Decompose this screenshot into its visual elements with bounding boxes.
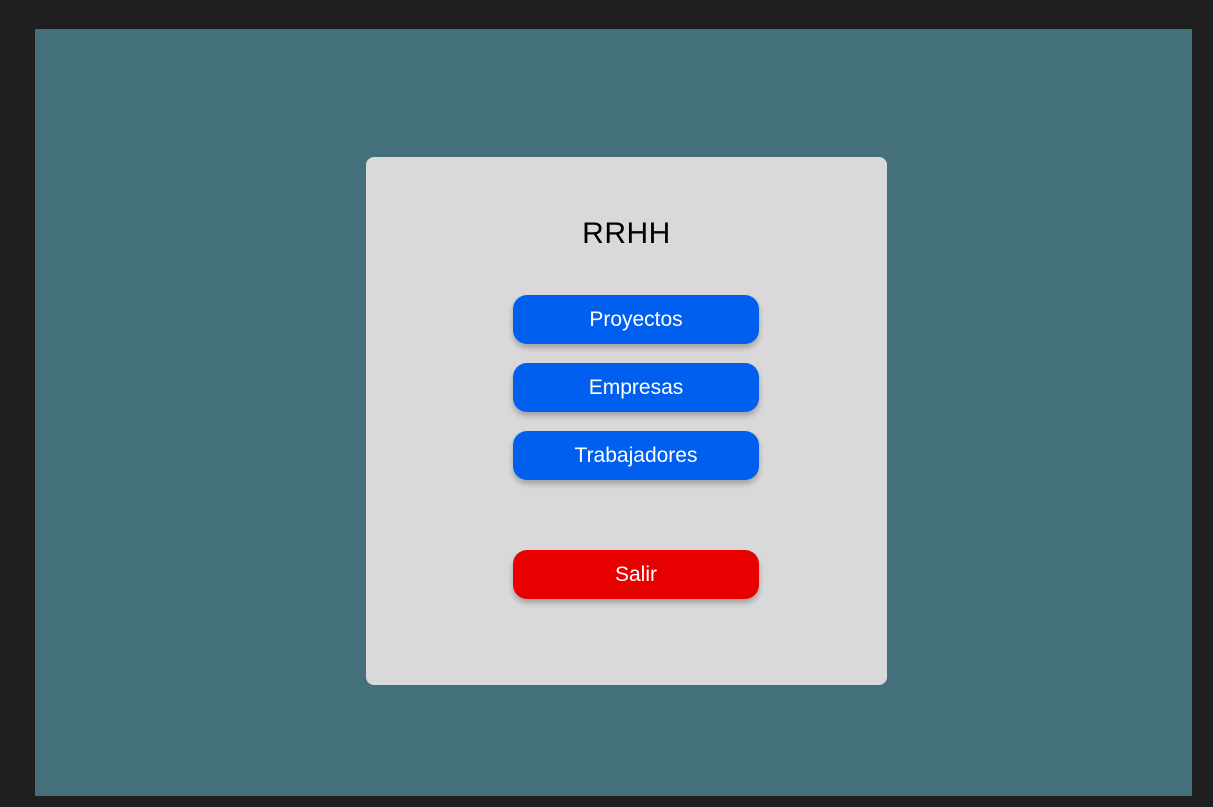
page-title: RRHH [582, 217, 671, 250]
menu-card: RRHH Proyectos Empresas Trabajadores Sal… [366, 157, 887, 685]
app-frame: RRHH Proyectos Empresas Trabajadores Sal… [0, 0, 1213, 807]
salir-button[interactable]: Salir [513, 550, 759, 599]
proyectos-button[interactable]: Proyectos [513, 295, 759, 344]
trabajadores-button[interactable]: Trabajadores [513, 431, 759, 480]
app-background: RRHH Proyectos Empresas Trabajadores Sal… [35, 29, 1192, 796]
empresas-button[interactable]: Empresas [513, 363, 759, 412]
